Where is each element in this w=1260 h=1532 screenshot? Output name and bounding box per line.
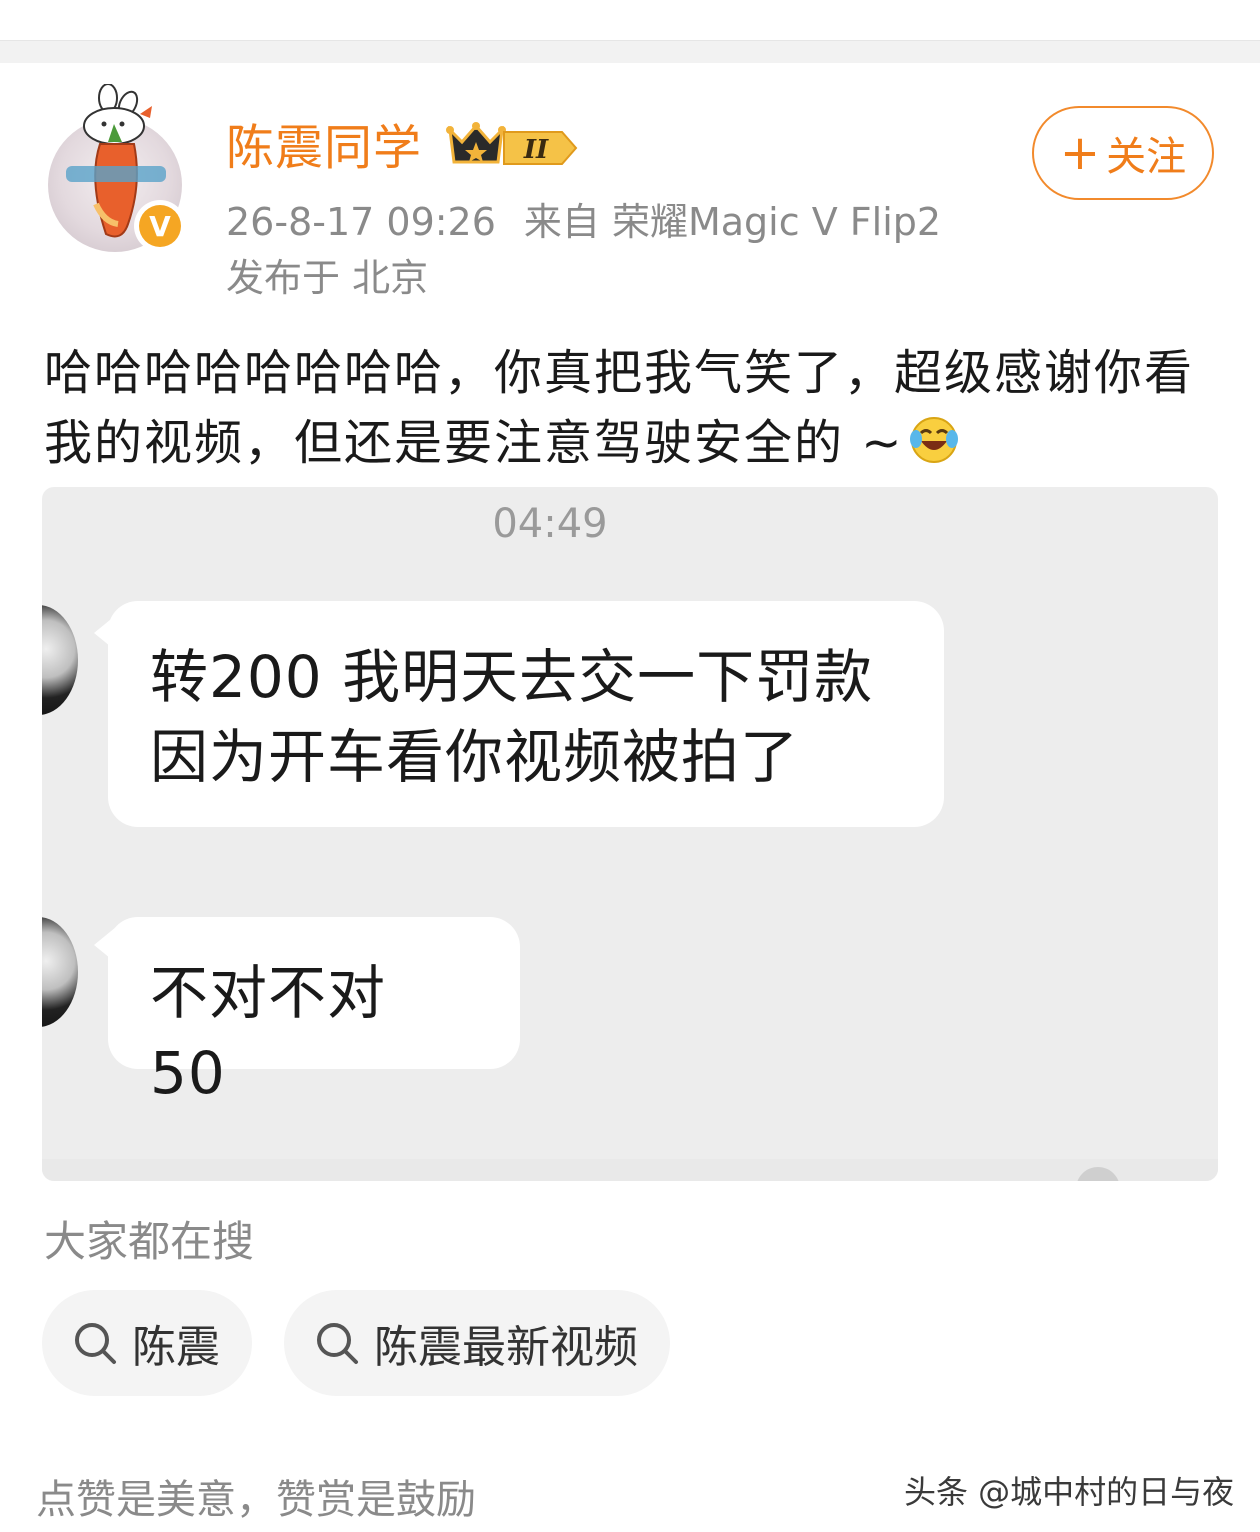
follow-label: 关注 xyxy=(1106,134,1187,180)
member-crown-icon: II xyxy=(446,122,578,165)
verified-badge: V xyxy=(134,200,186,252)
laugh-cry-icon xyxy=(910,417,959,463)
post-image[interactable]: 04:49 转200 我明天去交一下罚款 因为开车看你视频被拍了 不对不对 50 xyxy=(42,487,1218,1181)
search-chip-label: 陈震 xyxy=(132,1322,220,1373)
post-meta: 26-8-17 09:26 来自 荣耀Magic V Flip2 xyxy=(226,196,941,248)
search-chip[interactable]: 陈震 xyxy=(42,1290,252,1396)
chat-avatar xyxy=(42,605,78,715)
chat-message-line: 转200 我明天去交一下罚款 xyxy=(150,643,874,711)
chat-message-line: 不对不对 50 xyxy=(150,959,387,1107)
chat-message-line: 因为开车看你视频被拍了 xyxy=(150,723,800,791)
post-source: 来自 荣耀Magic V Flip2 xyxy=(523,200,942,244)
username[interactable]: 陈震同学 xyxy=(226,118,422,178)
post-time: 26-8-17 09:26 xyxy=(226,200,496,244)
plus-icon: + xyxy=(1059,125,1101,181)
post-text: 哈哈哈哈哈哈哈哈，你真把我气笑了，超级感谢你看我的视频，但还是要注意驾驶安全的 … xyxy=(44,338,1224,478)
chat-bubble: 不对不对 50 xyxy=(108,917,520,1107)
search-icon xyxy=(317,1323,358,1364)
top-bar xyxy=(0,0,1260,40)
search-icon xyxy=(75,1323,116,1364)
watermark: 头条 @城中村的日与夜 xyxy=(904,1473,1235,1511)
image-bottom-strip xyxy=(42,1159,1218,1181)
search-chip-label: 陈震最新视频 xyxy=(374,1322,638,1373)
post-location: 发布于 北京 xyxy=(226,256,429,300)
post-text-content: 哈哈哈哈哈哈哈哈，你真把我气笑了，超级感谢你看我的视频，但还是要注意驾驶安全的 … xyxy=(44,345,1195,471)
level-text: II xyxy=(523,135,549,165)
section-divider xyxy=(0,40,1260,63)
chat-bubble: 转200 我明天去交一下罚款 因为开车看你视频被拍了 xyxy=(108,601,944,827)
chat-timestamp: 04:49 xyxy=(492,501,608,547)
chat-avatar xyxy=(42,917,78,1027)
search-chip[interactable]: 陈震最新视频 xyxy=(284,1290,670,1396)
search-section-title: 大家都在搜 xyxy=(44,1217,255,1266)
reward-text: 点赞是美意，赞赏是鼓励 xyxy=(36,1477,476,1523)
follow-button[interactable]: + 关注 xyxy=(1032,106,1214,200)
